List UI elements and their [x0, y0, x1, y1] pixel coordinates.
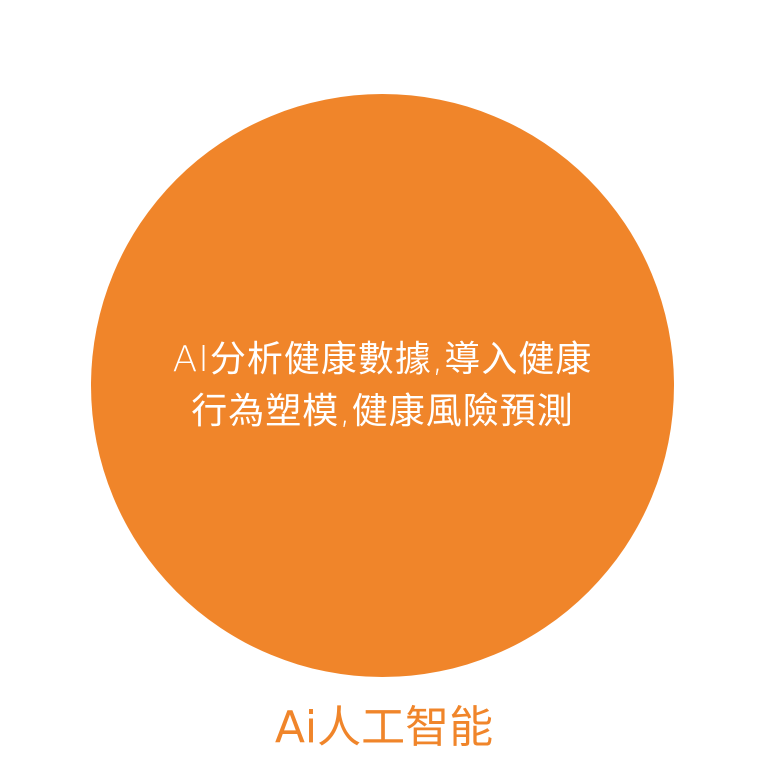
- circle-text-line-1: AI分析健康數據,導入健康: [172, 338, 593, 380]
- orange-circle: AI分析健康數據,導入健康 行為塑模,健康風險預測: [91, 94, 674, 677]
- caption-title: Ai人工智能: [274, 702, 494, 753]
- page: AI分析健康數據,導入健康 行為塑模,健康風險預測 Ai人工智能: [0, 0, 768, 770]
- circle-text-line-2: 行為塑模,健康風險預測: [191, 390, 574, 432]
